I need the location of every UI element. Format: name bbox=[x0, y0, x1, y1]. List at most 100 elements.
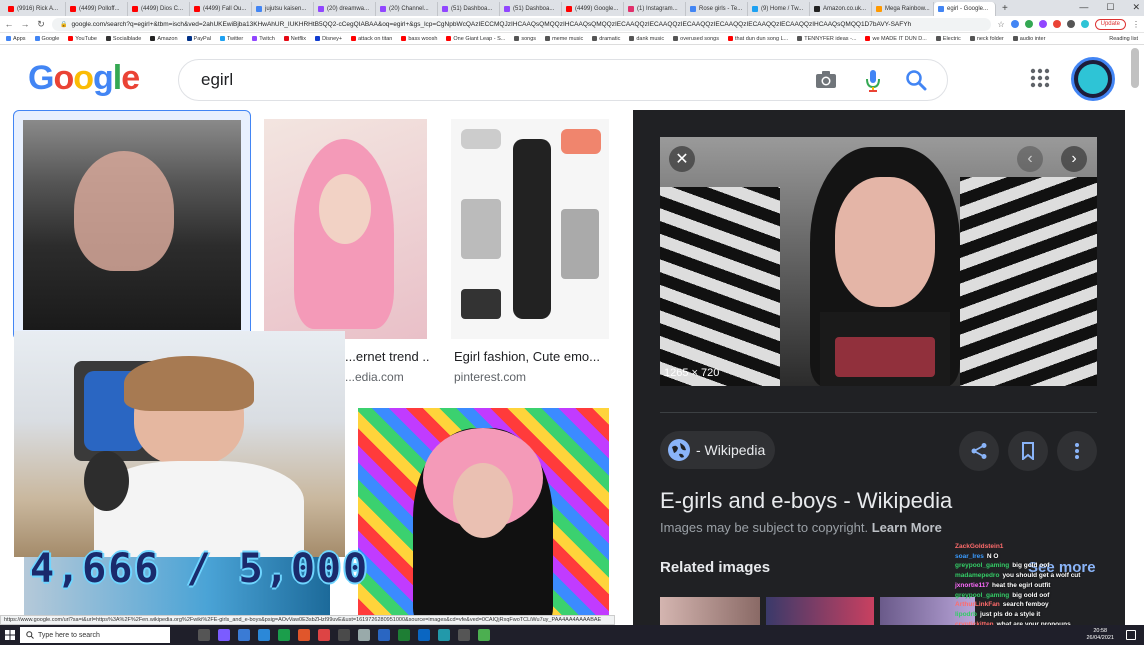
bookmark-item[interactable]: that dun dun song L... bbox=[728, 36, 788, 42]
bookmark-item[interactable]: neck folder bbox=[969, 36, 1004, 42]
search-box[interactable]: egirl bbox=[178, 59, 948, 101]
close-window-icon[interactable]: ✕ bbox=[1132, 2, 1140, 13]
image-result[interactable] bbox=[264, 119, 427, 339]
bookmark-item[interactable]: Netflix bbox=[283, 36, 306, 42]
system-clock[interactable]: 20:58 26/04/2021 bbox=[1086, 628, 1114, 642]
taskbar-app-icon[interactable] bbox=[338, 629, 350, 641]
bookmark-item[interactable]: Twitter bbox=[219, 36, 243, 42]
taskbar-app-icon[interactable] bbox=[458, 629, 470, 641]
bookmark-item[interactable]: TENNYFER ideas -... bbox=[797, 36, 856, 42]
taskbar-app-icon[interactable] bbox=[298, 629, 310, 641]
bookmark-item[interactable]: Socialblade bbox=[105, 36, 141, 42]
search-input[interactable]: egirl bbox=[201, 70, 233, 90]
panel-scrollbar[interactable] bbox=[1131, 110, 1144, 625]
apps-grid-icon[interactable] bbox=[1030, 68, 1050, 88]
search-icon[interactable] bbox=[905, 69, 927, 91]
bookmark-item[interactable]: bass woosh bbox=[401, 36, 437, 42]
account-avatar[interactable] bbox=[1071, 57, 1115, 101]
result-title[interactable]: Egirl fashion, Cute emo... bbox=[454, 349, 614, 364]
learn-more-link[interactable]: Learn More bbox=[872, 520, 942, 535]
source-chip[interactable]: - Wikipedia bbox=[660, 431, 775, 469]
previous-image-button[interactable]: ‹ bbox=[1017, 146, 1043, 172]
camera-icon[interactable] bbox=[815, 70, 837, 90]
browser-tab[interactable]: (51) Dashboa... bbox=[438, 2, 500, 16]
related-image[interactable] bbox=[766, 597, 874, 625]
browser-tab[interactable]: jujutsu kaisen... bbox=[252, 2, 314, 16]
browser-tab[interactable]: (1) Instagram... bbox=[624, 2, 686, 16]
taskbar-search[interactable]: Type here to search bbox=[20, 627, 170, 643]
address-bar[interactable]: 🔒 google.com/search?q=egirl+&tbm=isch&ve… bbox=[52, 17, 992, 31]
bookmark-item[interactable]: Apps bbox=[6, 36, 26, 42]
extension-icon[interactable] bbox=[1066, 20, 1075, 28]
taskbar-app-icon[interactable] bbox=[378, 629, 390, 641]
extension-icon[interactable] bbox=[1038, 20, 1047, 28]
bookmark-item[interactable]: overused songs bbox=[673, 36, 719, 42]
extension-icon[interactable] bbox=[1010, 20, 1019, 28]
result-page-title[interactable]: E-girls and e-boys - Wikipedia bbox=[660, 488, 952, 514]
close-preview-button[interactable]: ✕ bbox=[669, 146, 695, 172]
browser-tab[interactable]: (9916) Rick A... bbox=[4, 2, 66, 16]
taskbar-app-icon[interactable] bbox=[438, 629, 450, 641]
extension-icon[interactable] bbox=[1024, 20, 1033, 28]
menu-dots-icon[interactable]: ⋮ bbox=[1132, 20, 1140, 29]
bookmark-item[interactable]: Disney+ bbox=[315, 36, 342, 42]
forward-icon[interactable]: → bbox=[20, 19, 30, 29]
taskbar-app-icon[interactable] bbox=[278, 629, 290, 641]
result-title[interactable]: ...ernet trend ... bbox=[345, 349, 430, 364]
reading-list[interactable]: Reading list bbox=[1109, 36, 1138, 42]
page-scrollbar-thumb[interactable] bbox=[1131, 48, 1139, 88]
browser-tab[interactable]: (20) dreamwa... bbox=[314, 2, 376, 16]
bookmark-item[interactable]: Electric bbox=[935, 36, 961, 42]
browser-tab[interactable]: Rose girls - Te... bbox=[686, 2, 748, 16]
result-source[interactable]: pinterest.com bbox=[454, 370, 526, 384]
taskbar-app-icon[interactable] bbox=[198, 629, 210, 641]
browser-tab[interactable]: (51) Dashboa... bbox=[500, 2, 562, 16]
extension-icon[interactable] bbox=[1052, 20, 1061, 28]
preview-image[interactable] bbox=[660, 137, 1097, 386]
more-options-button[interactable] bbox=[1057, 431, 1097, 471]
bookmark-item[interactable]: One Giant Leap - S... bbox=[446, 36, 505, 42]
maximize-icon[interactable]: ☐ bbox=[1106, 2, 1114, 13]
bookmark-item[interactable]: Google bbox=[34, 36, 59, 42]
taskbar-app-icon[interactable] bbox=[258, 629, 270, 641]
browser-tab[interactable]: (4499) Dios C... bbox=[128, 2, 190, 16]
minimize-icon[interactable]: — bbox=[1079, 2, 1088, 13]
taskbar-app-icon[interactable] bbox=[418, 629, 430, 641]
share-button[interactable] bbox=[959, 431, 999, 471]
bookmark-item[interactable]: dramatic bbox=[592, 36, 620, 42]
image-result[interactable] bbox=[358, 408, 609, 615]
taskbar-app-icon[interactable] bbox=[318, 629, 330, 641]
next-image-button[interactable]: › bbox=[1061, 146, 1087, 172]
taskbar-app-icon[interactable] bbox=[238, 629, 250, 641]
bookmark-item[interactable]: dank music bbox=[629, 36, 664, 42]
bookmark-item[interactable]: Twitch bbox=[252, 36, 275, 42]
bookmark-item[interactable]: YouTube bbox=[68, 36, 97, 42]
taskbar-app-icon[interactable] bbox=[218, 629, 230, 641]
browser-tab[interactable]: Amazon.co.uk... bbox=[810, 2, 872, 16]
taskbar-app-icon[interactable] bbox=[478, 629, 490, 641]
browser-tab[interactable]: (4499) Polloff... bbox=[66, 2, 128, 16]
bookmark-item[interactable]: audio inter bbox=[1012, 36, 1045, 42]
google-logo[interactable]: Google bbox=[28, 59, 140, 98]
bookmark-item[interactable]: meme music bbox=[545, 36, 583, 42]
update-button[interactable]: Update bbox=[1094, 18, 1126, 30]
browser-tab[interactable]: (20) Channel... bbox=[376, 2, 438, 16]
image-result[interactable] bbox=[13, 110, 251, 340]
bookmark-item[interactable]: we MADE IT DUN D... bbox=[865, 36, 927, 42]
result-source[interactable]: ...edia.com bbox=[345, 370, 404, 384]
bookmark-item[interactable]: attack on titan bbox=[351, 36, 392, 42]
microphone-icon[interactable] bbox=[865, 69, 881, 93]
start-button[interactable] bbox=[0, 625, 20, 645]
bookmark-item[interactable]: PayPal bbox=[186, 36, 211, 42]
notification-icon[interactable] bbox=[1126, 630, 1136, 640]
browser-tab[interactable]: (4499) Fall Ou... bbox=[190, 2, 252, 16]
star-icon[interactable]: ☆ bbox=[997, 20, 1004, 29]
image-result[interactable] bbox=[451, 119, 609, 339]
back-icon[interactable]: ← bbox=[4, 19, 14, 29]
bookmark-item[interactable]: Amazon bbox=[150, 36, 178, 42]
new-tab-button[interactable]: + bbox=[996, 2, 1014, 16]
browser-tab[interactable]: egirl - Google... bbox=[934, 2, 996, 16]
save-button[interactable] bbox=[1008, 431, 1048, 471]
related-image[interactable] bbox=[660, 597, 760, 625]
profile-icon[interactable] bbox=[1080, 20, 1089, 28]
